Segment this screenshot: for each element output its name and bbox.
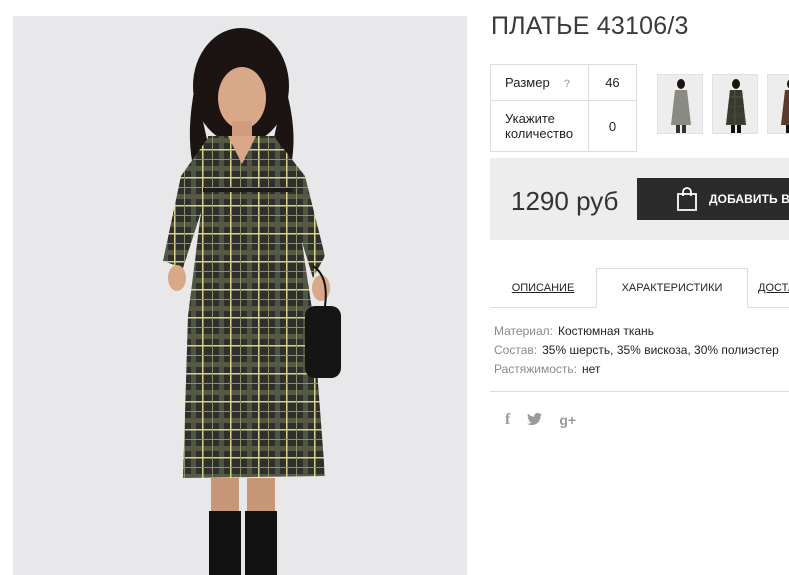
size-label-cell: Размер? [490, 64, 589, 101]
characteristic-row: Материал: Костюмная ткань [494, 322, 779, 341]
social-share: f g+ [505, 411, 576, 429]
size-select[interactable]: 46 [587, 64, 638, 101]
characteristic-value: нет [582, 362, 601, 376]
size-label: Размер [505, 75, 550, 90]
product-price: 1290 руб [511, 186, 619, 216]
buy-box: 1290 руб ДОБАВИТЬ В КОРЗИНУ [490, 158, 789, 240]
add-to-cart-label: ДОБАВИТЬ В КОРЗИНУ [709, 192, 789, 206]
characteristic-key: Материал: [494, 324, 553, 338]
tab-description-label: ОПИСАНИЕ [511, 282, 575, 294]
tab-description[interactable]: ОПИСАНИЕ [490, 268, 596, 308]
add-to-cart-button[interactable]: ДОБАВИТЬ В КОРЗИНУ [637, 178, 789, 220]
product-title: ПЛАТЬЕ 43106/3 [491, 12, 689, 40]
characteristic-key: Состав: [494, 343, 538, 357]
tab-delivery[interactable]: ДОСТАВКА [758, 268, 789, 308]
product-main-photo[interactable] [13, 16, 467, 575]
characteristics-list: Материал: Костюмная ткань Состав: 35% шерс… [494, 322, 779, 379]
tab-delivery-label: ДОСТАВКА [758, 282, 789, 294]
product-options-table: Размер? 46 Укажите количество 0 [490, 64, 638, 152]
facebook-icon[interactable]: f [505, 411, 510, 429]
characteristic-row: Состав: 35% шерсть, 35% вискоза, 30% поли… [494, 341, 779, 360]
tab-characteristics[interactable]: ХАРАКТЕРИСТИКИ [596, 268, 748, 308]
characteristic-value: 35% шерсть, 35% вискоза, 30% полиэстер [542, 343, 779, 357]
section-divider [490, 391, 789, 392]
thumbnail-2[interactable] [712, 74, 758, 134]
characteristic-value: Костюмная ткань [557, 324, 654, 338]
product-tabs: ОПИСАНИЕ ХАРАКТЕРИСТИКИ ДОСТАВКА [490, 268, 789, 308]
google-plus-icon[interactable]: g+ [559, 412, 576, 428]
twitter-icon[interactable] [527, 412, 543, 428]
size-help-icon[interactable]: ? [564, 78, 571, 90]
characteristic-row: Растяжимость: нет [494, 360, 779, 379]
tab-characteristics-label: ХАРАКТЕРИСТИКИ [621, 282, 723, 294]
quantity-label: Укажите количество [490, 100, 589, 152]
thumbnail-1[interactable] [657, 74, 703, 134]
quantity-input[interactable]: 0 [587, 100, 638, 152]
thumbnail-3[interactable] [767, 74, 789, 134]
shopping-bag-icon [675, 186, 699, 212]
characteristic-key: Растяжимость: [494, 362, 578, 376]
